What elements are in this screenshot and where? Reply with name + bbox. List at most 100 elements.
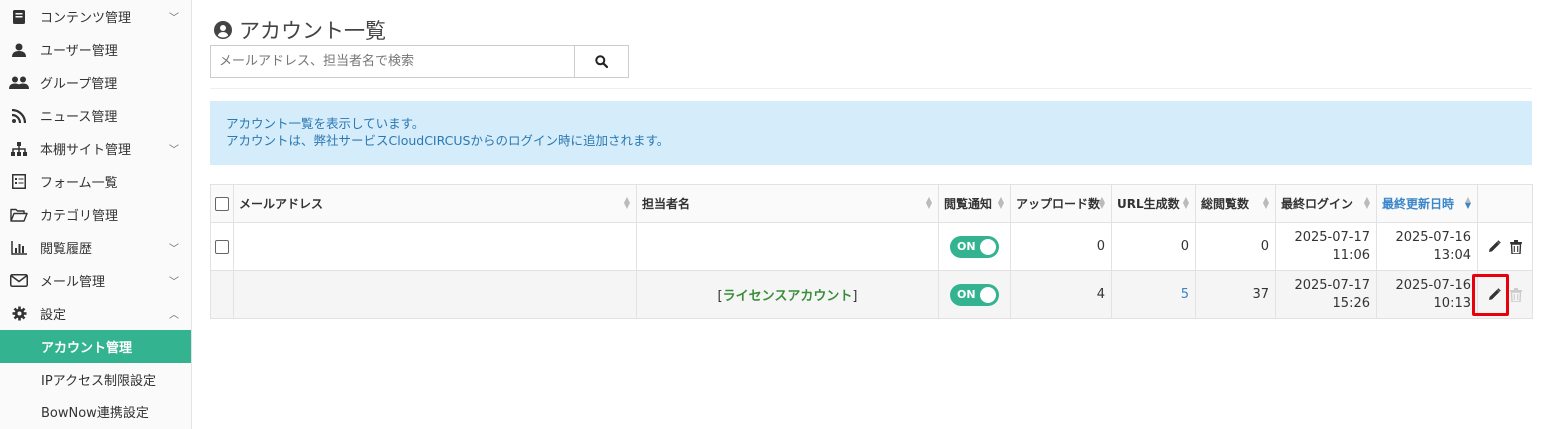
row-select-cell (210, 270, 234, 319)
sidebar-item-contents[interactable]: コンテンツ管理 ﹀ (0, 0, 191, 33)
header-upload[interactable]: アップロード数 ▲ ▼ (1010, 184, 1112, 223)
sidebar-item-categories[interactable]: カテゴリ管理 (0, 198, 191, 231)
account-table: メールアドレス ▲ ▼ 担当者名 ▲ ▼ 閲覧通知 ▲ ▼ アップロード数 ▲ ▼ URL生成数… (210, 184, 1533, 319)
sidebar-item-label: ニュース管理 (40, 110, 118, 125)
toggle-knob (980, 286, 996, 303)
sidebar-item-users[interactable]: ユーザー管理 (0, 33, 191, 66)
sort-icon: ▲ ▼ (1363, 195, 1370, 210)
divider (210, 88, 1532, 89)
chevron-down-icon: ﹀ (169, 145, 179, 156)
table-header-row: メールアドレス ▲ ▼ 担当者名 ▲ ▼ 閲覧通知 ▲ ▼ アップロード数 ▲ ▼ URL生成数… (210, 184, 1533, 223)
toggle-label: ON (957, 240, 976, 253)
sidebar-item-label: 本棚サイト管理 (40, 143, 132, 158)
sort-icon: ▲ ▼ (997, 195, 1004, 210)
sidebar-item-label: 閲覧履歴 (40, 242, 93, 257)
cell-updated: 2025-07-16 10:13 (1376, 270, 1478, 319)
header-notify[interactable]: 閲覧通知 ▲ ▼ (938, 184, 1011, 223)
toggle-label: ON (957, 288, 976, 301)
cell-updated: 2025-07-16 13:04 (1376, 222, 1478, 271)
user-circle-icon (214, 21, 232, 39)
sidebar-subitem-ip-restriction[interactable]: IPアクセス制限設定 (0, 363, 191, 395)
cell-notify: ON (938, 222, 1011, 271)
cell-url: 0 (1111, 222, 1196, 271)
time: 13:04 (1433, 247, 1471, 263)
info-line-1: アカウント一覧を表示しています。 (226, 116, 425, 131)
cell-last-login: 2025-07-17 15:26 (1275, 270, 1377, 319)
date: 2025-07-17 (1294, 277, 1370, 293)
time: 11:06 (1332, 247, 1370, 263)
header-name[interactable]: 担当者名 ▲ ▼ (636, 184, 939, 223)
sidebar-subitem-account[interactable]: アカウント管理 (0, 330, 191, 363)
time: 15:26 (1332, 295, 1370, 311)
search-bar (210, 45, 629, 78)
trash-icon[interactable] (1510, 239, 1522, 254)
table-row: [ライセンスアカウント] ON 4 5 37 2025-07-17 15:26 … (210, 270, 1533, 319)
sort-desc-icon: ▲ ▼ (1464, 195, 1471, 210)
notify-toggle[interactable]: ON (950, 235, 999, 258)
search-button[interactable] (574, 45, 629, 78)
time: 10:13 (1433, 295, 1471, 311)
sort-icon: ▲ ▼ (1262, 195, 1269, 210)
sort-icon: ▲ ▼ (1098, 195, 1105, 210)
sidebar-item-history[interactable]: 閲覧履歴 ﹀ (0, 231, 191, 264)
sidebar-item-label: アカウント管理 (41, 341, 133, 356)
header-label: 閲覧通知 (944, 197, 993, 211)
row-select-cell (210, 222, 234, 271)
rss-icon (9, 108, 29, 124)
sidebar-item-mail[interactable]: メール管理 ﹀ (0, 264, 191, 297)
book-icon (9, 9, 29, 25)
sidebar-subitem-bownow[interactable]: BowNow連携設定 (0, 395, 191, 427)
form-icon (9, 174, 29, 190)
users-icon (9, 75, 29, 91)
header-label: URL生成数 (1117, 197, 1180, 211)
sidebar-item-settings[interactable]: 設定 ︿ (0, 297, 191, 330)
cell-url-link[interactable]: 5 (1111, 270, 1196, 319)
cell-upload: 4 (1010, 270, 1112, 319)
sort-icon: ▲ ▼ (1182, 195, 1189, 210)
cell-last-login: 2025-07-17 11:06 (1275, 222, 1377, 271)
sidebar-item-forms[interactable]: フォーム一覧 (0, 165, 191, 198)
chevron-down-icon: ﹀ (169, 277, 179, 288)
sidebar-item-news[interactable]: ニュース管理 (0, 99, 191, 132)
user-icon (9, 42, 29, 58)
info-alert: アカウント一覧を表示しています。 アカウントは、弊社サービスCloudCIRCU… (210, 101, 1532, 165)
edit-icon[interactable] (1488, 240, 1501, 253)
header-last-login[interactable]: 最終ログイン ▲ ▼ (1275, 184, 1377, 223)
sidebar-item-label: IPアクセス制限設定 (41, 373, 157, 389)
header-label: 総閲覧数 (1201, 197, 1250, 211)
sidebar-item-label: グループ管理 (40, 77, 118, 92)
sidebar-item-label: フォーム一覧 (40, 176, 118, 191)
notify-toggle[interactable]: ON (950, 283, 999, 306)
info-line-2: アカウントは、弊社サービスCloudCIRCUSからのログイン時に追加されます。 (226, 133, 670, 148)
cell-notify: ON (938, 270, 1011, 319)
header-label: 最終更新日時 (1382, 197, 1455, 211)
chevron-down-icon: ﹀ (169, 244, 179, 255)
date: 2025-07-16 (1395, 277, 1471, 293)
folder-open-icon (9, 207, 29, 223)
table-row: ON 0 0 0 2025-07-17 11:06 2025-07-16 13:… (210, 222, 1533, 271)
header-email[interactable]: メールアドレス ▲ ▼ (233, 184, 637, 223)
cell-email (233, 222, 637, 271)
header-actions (1477, 184, 1533, 223)
cell-views: 0 (1195, 222, 1276, 271)
header-updated[interactable]: 最終更新日時 ▲ ▼ (1376, 184, 1478, 223)
cell-views: 37 (1195, 270, 1276, 319)
cell-upload: 0 (1010, 222, 1112, 271)
sidebar-item-bookshelf[interactable]: 本棚サイト管理 ﹀ (0, 132, 191, 165)
header-select-all (210, 184, 234, 223)
row-checkbox[interactable] (215, 239, 229, 254)
gear-icon (9, 306, 29, 322)
header-url[interactable]: URL生成数 ▲ ▼ (1111, 184, 1196, 223)
cell-actions (1477, 222, 1533, 271)
header-views[interactable]: 総閲覧数 ▲ ▼ (1195, 184, 1276, 223)
sort-icon: ▲ ▼ (925, 195, 932, 210)
search-input[interactable] (210, 45, 574, 78)
header-label: メールアドレス (239, 197, 324, 211)
bracket: ] (852, 289, 858, 304)
sidebar: コンテンツ管理 ﹀ ユーザー管理 グループ管理 ニュース管理 本棚サイト管理 ﹀… (0, 0, 192, 429)
cell-email (233, 270, 637, 319)
trash-icon-disabled (1510, 287, 1522, 302)
select-all-checkbox[interactable] (215, 196, 229, 211)
search-icon (595, 55, 608, 68)
sidebar-item-groups[interactable]: グループ管理 (0, 66, 191, 99)
